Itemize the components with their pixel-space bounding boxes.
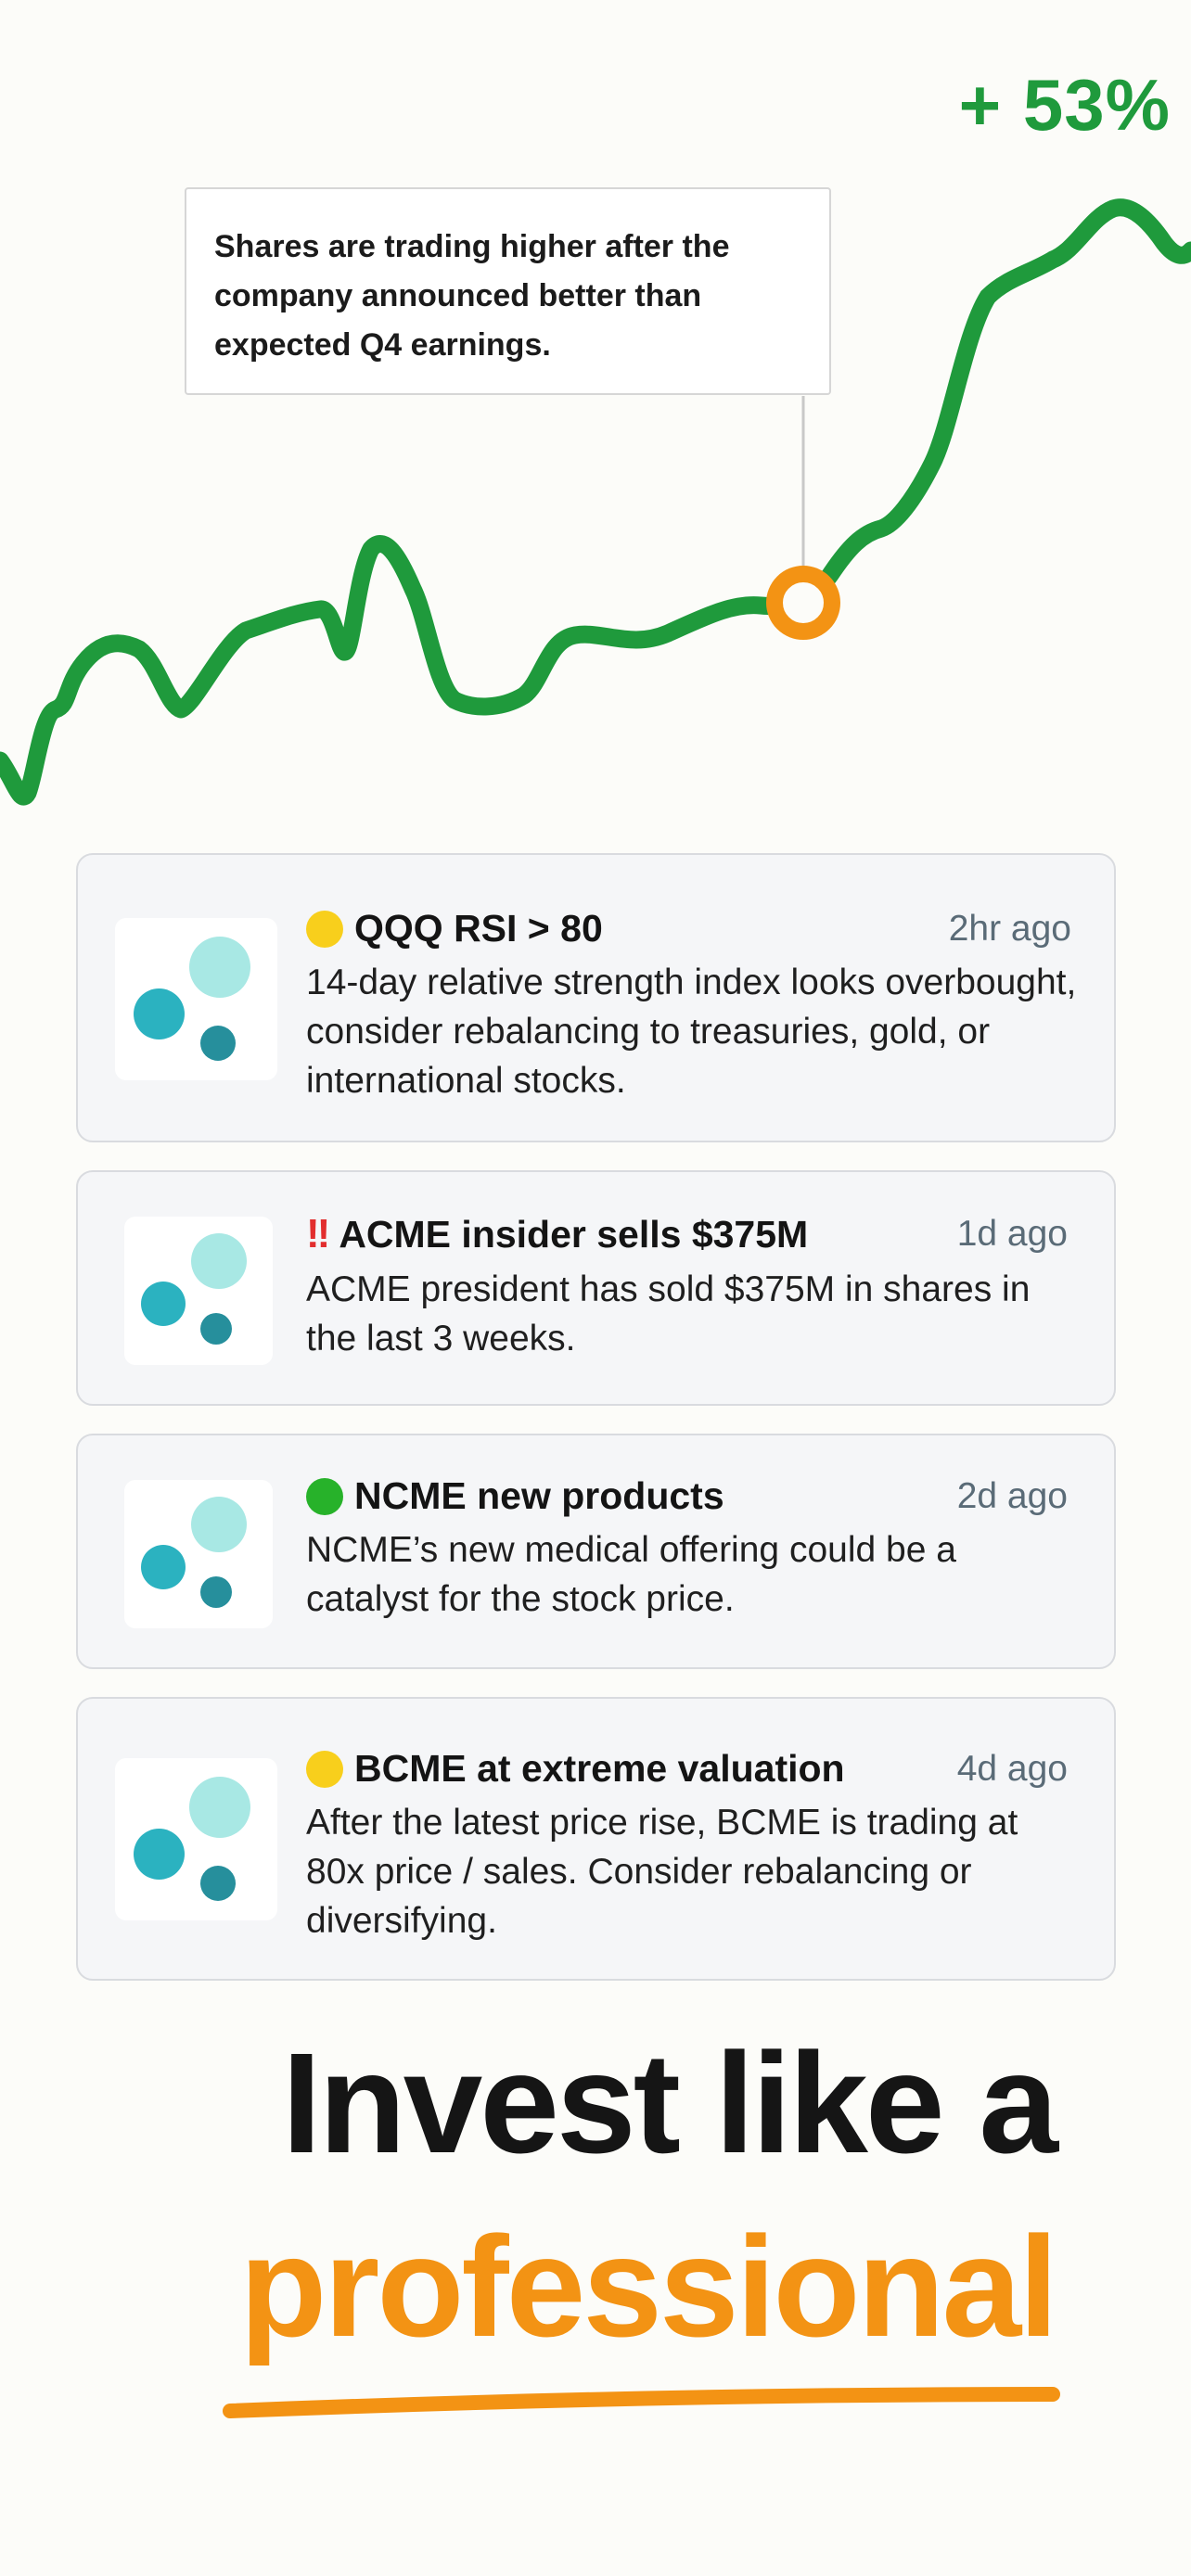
alert-title: BCME at extreme valuation [306, 1747, 845, 1791]
logo-dot-mid [134, 1829, 185, 1880]
alert-title-text: BCME at extreme valuation [354, 1747, 845, 1790]
logo-dot-light [191, 1233, 247, 1289]
alert-title-text: ACME insider sells $375M [339, 1212, 809, 1256]
alert-card[interactable]: QQQ RSI > 80 2hr ago 14-day relative str… [76, 853, 1116, 1142]
alert-time: 1d ago [956, 1214, 1068, 1254]
headline-line-2: professional [239, 2207, 1058, 2366]
headline-underline [223, 2387, 1060, 2418]
alert-header: BCME at extreme valuation 4d ago [306, 1747, 1068, 1791]
alert-description: NCME’s new medical offering could be a c… [306, 1530, 956, 1619]
alert-header: QQQ RSI > 80 2hr ago [306, 907, 1099, 950]
company-logo [124, 1217, 273, 1365]
logo-dot-mid [134, 988, 185, 1039]
alert-title: QQQ RSI > 80 [306, 907, 603, 950]
logo-dot-light [189, 937, 250, 998]
gain-percent-label: + 53% [958, 64, 1171, 146]
logo-dot-dark [200, 1866, 236, 1901]
company-logo [115, 918, 277, 1080]
headline-line-1: Invest like a [281, 2023, 1058, 2183]
alert-card[interactable]: BCME at extreme valuation 4d ago After t… [76, 1697, 1116, 1981]
alert-title-text: QQQ RSI > 80 [354, 907, 603, 950]
price-chart: + 53% Shares are trading higher after th… [0, 0, 1191, 835]
alert-description: 14-day relative strength index looks ove… [306, 963, 1077, 1101]
alert-title: NCME new products [306, 1474, 724, 1518]
logo-dot-dark [200, 1576, 232, 1608]
double-exclamation-icon: !! [306, 1211, 330, 1256]
alert-description: ACME president has sold $375M in shares … [306, 1269, 1031, 1358]
alert-content: QQQ RSI > 80 2hr ago 14-day relative str… [306, 907, 1099, 1105]
alert-card[interactable]: !! ACME insider sells $375M 1d ago ACME … [76, 1170, 1116, 1406]
event-marker[interactable] [766, 566, 840, 640]
green-circle-icon [306, 1477, 343, 1515]
yellow-circle-icon [306, 1750, 343, 1788]
logo-dot-mid [141, 1545, 186, 1589]
logo-dot-dark [200, 1313, 232, 1345]
company-logo [115, 1758, 277, 1920]
alert-time: 2d ago [956, 1475, 1068, 1516]
alert-header: !! ACME insider sells $375M 1d ago [306, 1211, 1068, 1257]
alert-title-text: NCME new products [354, 1474, 724, 1517]
alert-card[interactable]: NCME new products 2d ago NCME’s new medi… [76, 1434, 1116, 1669]
alert-feed: QQQ RSI > 80 2hr ago 14-day relative str… [76, 853, 1116, 2009]
logo-dot-light [191, 1497, 247, 1552]
logo-dot-light [189, 1777, 250, 1838]
alert-content: !! ACME insider sells $375M 1d ago ACME … [306, 1211, 1068, 1363]
alert-title: !! ACME insider sells $375M [306, 1211, 808, 1257]
alert-time: 4d ago [956, 1748, 1068, 1789]
event-callout: Shares are trading higher after the comp… [185, 187, 831, 395]
logo-dot-mid [141, 1282, 186, 1326]
alert-content: NCME new products 2d ago NCME’s new medi… [306, 1474, 1068, 1624]
alert-time: 2hr ago [948, 908, 1071, 949]
alert-description: After the latest price rise, BCME is tra… [306, 1803, 1018, 1941]
company-logo [124, 1480, 273, 1628]
yellow-circle-icon [306, 910, 343, 948]
logo-dot-dark [200, 1026, 236, 1061]
alert-header: NCME new products 2d ago [306, 1474, 1068, 1518]
alert-content: BCME at extreme valuation 4d ago After t… [306, 1747, 1068, 1945]
